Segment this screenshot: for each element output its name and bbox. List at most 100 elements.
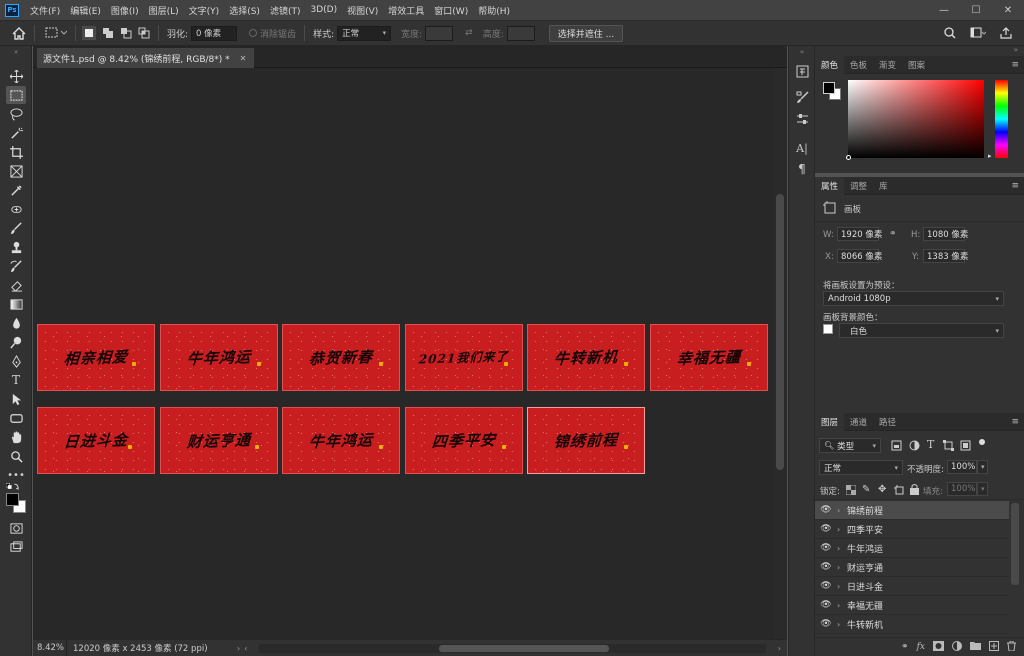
marquee-preset-icon[interactable]: [45, 27, 67, 39]
paragraph-icon[interactable]: ¶: [795, 162, 809, 176]
visibility-eye-icon[interactable]: 👁︎: [815, 505, 837, 515]
move-tool-icon[interactable]: [6, 67, 26, 85]
swap-icon[interactable]: ⇄: [465, 28, 473, 38]
lock-pixels-icon[interactable]: ✎: [862, 484, 870, 495]
artboard[interactable]: 恭贺新春: [282, 324, 400, 391]
new-adjustment-layer-icon[interactable]: [952, 640, 962, 654]
visibility-eye-icon[interactable]: 👁︎: [815, 562, 837, 572]
menu-window[interactable]: 窗口(W): [429, 4, 473, 17]
vertical-scrollbar[interactable]: [774, 68, 787, 639]
color-picker-handle[interactable]: [846, 155, 851, 160]
hue-slider[interactable]: [995, 80, 1008, 158]
visibility-eye-icon[interactable]: 👁︎: [815, 600, 837, 610]
filter-toggle-icon[interactable]: [979, 439, 985, 445]
history-brush-tool-icon[interactable]: [6, 257, 26, 275]
menu-layer[interactable]: 图层(L): [144, 4, 184, 17]
blend-mode-select[interactable]: 正常 ▾: [819, 460, 903, 475]
maximize-button[interactable]: ☐: [960, 0, 992, 20]
layer-row[interactable]: 👁︎ › 幸福无疆: [815, 596, 1009, 615]
tab-layers[interactable]: 图层: [815, 412, 845, 431]
height-input[interactable]: [506, 25, 535, 41]
dodge-tool-icon[interactable]: [6, 333, 26, 351]
tab-color[interactable]: 颜色: [815, 55, 845, 74]
artboard[interactable]: 牛年鸿运: [282, 407, 400, 474]
tab-libraries[interactable]: 库: [873, 177, 894, 195]
y-field[interactable]: 1383 像素: [923, 249, 968, 263]
menu-help[interactable]: 帮助(H): [473, 4, 515, 17]
foreground-color-swatch[interactable]: [6, 493, 19, 506]
artboard-selected[interactable]: 锦绣前程: [527, 407, 645, 474]
antialias-checkbox[interactable]: 消除锯齿: [249, 27, 296, 40]
filter-type-icon[interactable]: T: [927, 438, 934, 451]
layer-row[interactable]: 👁︎ › 四季平安: [815, 520, 1009, 539]
healing-brush-tool-icon[interactable]: [6, 200, 26, 218]
search-icon[interactable]: [944, 27, 956, 39]
tab-swatches[interactable]: 色板: [844, 56, 873, 74]
width-field[interactable]: 1920 像素: [837, 227, 882, 241]
hand-tool-icon[interactable]: [6, 428, 26, 446]
lock-transparency-icon[interactable]: [845, 484, 857, 498]
visibility-eye-icon[interactable]: 👁︎: [815, 543, 837, 553]
expand-icon[interactable]: ›: [237, 644, 240, 653]
swap-colors-icon[interactable]: [6, 482, 26, 492]
layer-row[interactable]: 👁︎ › 牛转新机: [815, 615, 1009, 634]
document-info[interactable]: 12020 像素 x 2453 像素 (72 ppi): [67, 642, 237, 654]
panel-menu-icon[interactable]: ≡: [1011, 60, 1019, 70]
height-field[interactable]: 1080 像素: [923, 227, 968, 241]
layer-filter-select[interactable]: 🔍︎ 类型 ▾: [819, 438, 881, 453]
preset-select[interactable]: Android 1080p ▾: [823, 291, 1004, 306]
filter-shape-icon[interactable]: [943, 440, 954, 454]
brush-settings-icon[interactable]: [795, 90, 809, 104]
minimize-button[interactable]: —: [928, 0, 960, 20]
brush-tool-icon[interactable]: [6, 219, 26, 237]
zoom-level[interactable]: 8.42%: [33, 640, 67, 656]
layer-row[interactable]: 👁︎ › 锦绣前程: [815, 501, 1009, 520]
menu-filter[interactable]: 滤镜(T): [265, 4, 306, 17]
foreground-color-swatch[interactable]: [823, 82, 835, 94]
artboard[interactable]: 四季平安: [405, 407, 523, 474]
gradient-tool-icon[interactable]: [6, 295, 26, 313]
expand-chevron-icon[interactable]: ›: [837, 601, 847, 610]
background-color-select[interactable]: 白色 ▾: [839, 323, 1004, 338]
chevron-down-icon[interactable]: ▾: [977, 482, 988, 496]
color-field[interactable]: [846, 80, 984, 160]
artboard[interactable]: 2021我们来了: [405, 324, 523, 391]
new-layer-icon[interactable]: [989, 640, 999, 654]
layer-row[interactable]: 👁︎ › 牛年鸿运: [815, 539, 1009, 558]
menu-file[interactable]: 文件(F): [25, 4, 65, 17]
artboard[interactable]: 牛年鸿运: [160, 324, 278, 391]
background-color-swatch[interactable]: [823, 324, 833, 334]
style-select[interactable]: 正常 ▾: [337, 25, 392, 41]
document-tab[interactable]: 源文件1.psd @ 8.42% (锦绣前程, RGB/8*) * ✕: [37, 48, 255, 68]
expand-chevron-icon[interactable]: ›: [837, 525, 847, 534]
hue-slider-handle[interactable]: ▸: [988, 152, 992, 160]
rectangular-marquee-tool-icon[interactable]: [6, 86, 26, 104]
link-layers-icon[interactable]: ⚭: [901, 642, 909, 652]
filter-adjustment-icon[interactable]: [909, 440, 920, 454]
scroll-left-icon[interactable]: ‹: [244, 644, 247, 653]
artboard[interactable]: 幸福无疆: [650, 324, 768, 391]
lock-all-icon[interactable]: [910, 484, 919, 498]
width-input[interactable]: [425, 25, 454, 41]
collapse-icon[interactable]: »: [1014, 46, 1018, 54]
feather-input[interactable]: 0 像素: [191, 25, 238, 41]
new-group-icon[interactable]: [970, 641, 981, 653]
close-tab-icon[interactable]: ✕: [240, 54, 247, 63]
artboard[interactable]: 牛转新机: [527, 324, 645, 391]
frame-tool-icon[interactable]: [6, 162, 26, 180]
new-selection-icon[interactable]: [82, 26, 96, 40]
adjustments-icon[interactable]: [795, 112, 809, 126]
tab-properties[interactable]: 属性: [815, 176, 845, 195]
tab-channels[interactable]: 通道: [844, 413, 873, 431]
crop-tool-icon[interactable]: [6, 143, 26, 161]
zoom-tool-icon[interactable]: [6, 447, 26, 465]
menu-select[interactable]: 选择(S): [224, 4, 265, 17]
layer-row[interactable]: 👁︎ › 日进斗金: [815, 577, 1009, 596]
menu-image[interactable]: 图像(I): [106, 4, 144, 17]
collapse-icon[interactable]: »: [6, 48, 26, 56]
eraser-tool-icon[interactable]: [6, 276, 26, 294]
scrollbar-thumb[interactable]: [439, 644, 610, 652]
visibility-eye-icon[interactable]: 👁︎: [815, 581, 837, 591]
blur-tool-icon[interactable]: [6, 314, 26, 332]
workspace-icon[interactable]: [970, 27, 986, 39]
